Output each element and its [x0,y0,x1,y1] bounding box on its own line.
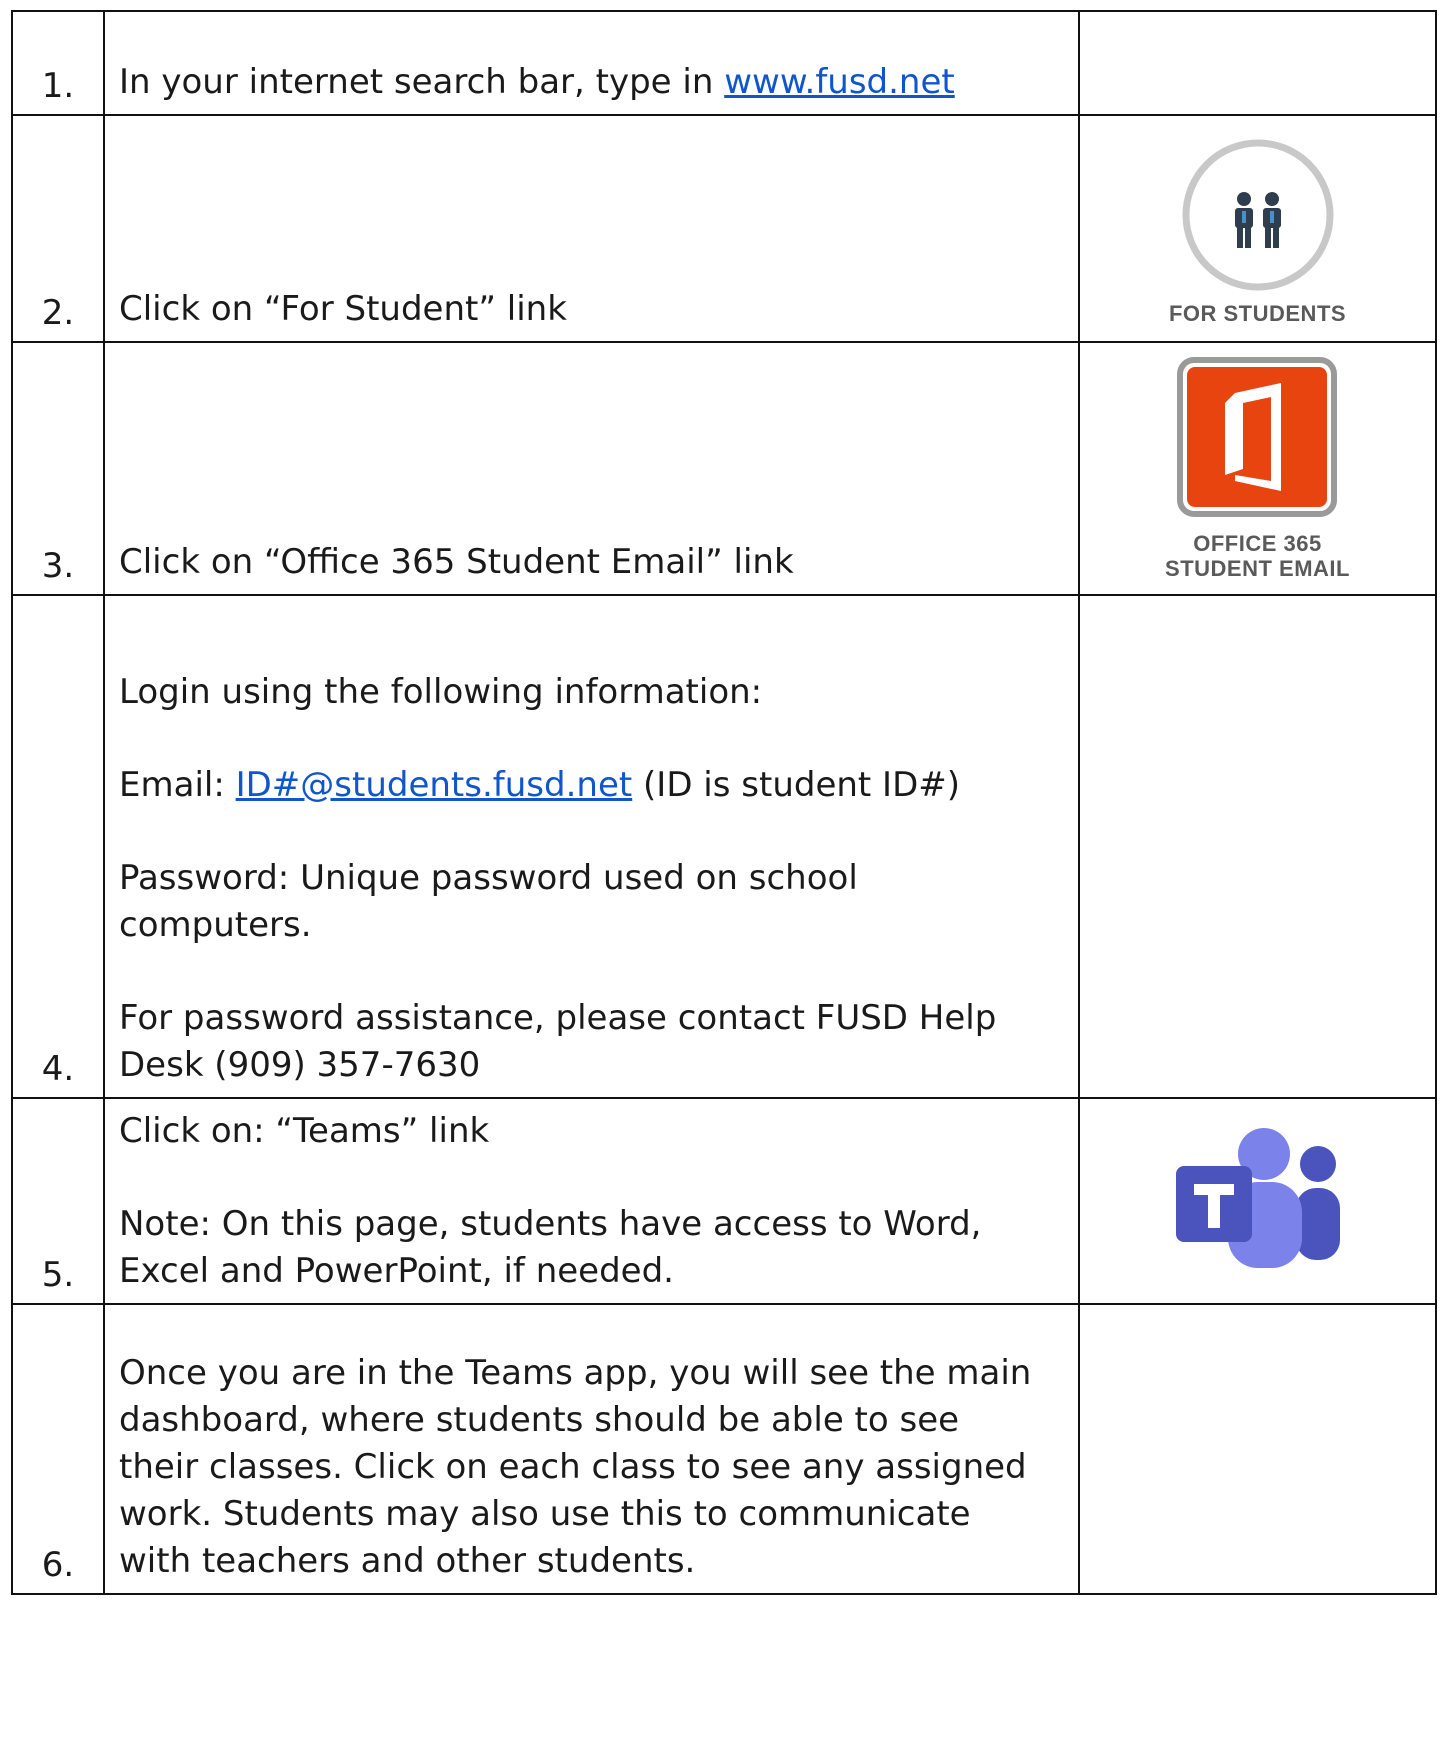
office-365-icon [1177,356,1338,517]
step-number: 4. [11,594,105,1099]
step-image-cell [1078,1303,1437,1595]
step-number: 1. [11,10,105,116]
for-students-link-image[interactable]: FOR STUDENTS [1169,137,1346,326]
teams-icon[interactable] [1158,1124,1358,1274]
step-image-cell [1078,1097,1437,1305]
step-image-cell: FOR STUDENTS [1078,114,1437,343]
step-row-3: 3. Click on “Office 365 Student Email” l… [11,341,1437,596]
step-text: Click on “Office 365 Student Email” link [103,341,1080,596]
step-instruction: In your internet search bar, type in [119,62,725,102]
step-image-cell: OFFICE 365 STUDENT EMAIL [1078,341,1437,596]
teams-instruction: Click on: “Teams” link [119,1111,490,1151]
office-365-caption-line2: STUDENT EMAIL [1165,555,1350,581]
step-text: In your internet search bar, type in www… [103,10,1080,116]
login-intro: Login using the following information: [119,672,763,712]
step-row-1: 1. In your internet search bar, type in … [11,10,1437,116]
office-365-caption: OFFICE 365 STUDENT EMAIL [1165,531,1350,581]
step-row-2: 2. Click on “For Student” link FOR STUDE… [11,114,1437,343]
office-365-link-image[interactable]: OFFICE 365 STUDENT EMAIL [1165,356,1350,581]
step-row-5: 5. Click on: “Teams” link Note: On this … [11,1097,1437,1305]
login-password: Password: Unique password used on school… [119,858,858,945]
instructions-table: 1. In your internet search bar, type in … [11,10,1437,1595]
login-email: Email: ID#@students.fusd.net (ID is stud… [119,762,1072,809]
step-text: Click on “For Student” link [103,114,1080,343]
office-365-caption-line1: OFFICE 365 [1193,530,1322,556]
step-text: Click on: “Teams” link Note: On this pag… [103,1097,1080,1305]
email-label: Email: [119,765,236,805]
email-note: (ID is student ID#) [632,765,961,805]
step-row-6: 6. Once you are in the Teams app, you wi… [11,1303,1437,1595]
step-row-4: 4. Login using the following information… [11,594,1437,1099]
step-number: 5. [11,1097,105,1305]
students-icon [1182,139,1333,291]
for-students-caption: FOR STUDENTS [1168,301,1347,326]
step-number: 6. [11,1303,105,1595]
fusd-website-link[interactable]: www.fusd.net [724,62,955,102]
step-text: Login using the following information: E… [103,594,1080,1099]
step-text: Once you are in the Teams app, you will … [103,1303,1080,1595]
student-email-link[interactable]: ID#@students.fusd.net [236,765,633,805]
help-desk-contact: For password assistance, please contact … [119,998,997,1085]
step-number: 2. [11,114,105,343]
step-number: 3. [11,341,105,596]
step-image-cell [1078,594,1437,1099]
step-image-cell [1078,10,1437,116]
teams-note: Note: On this page, students have access… [119,1204,982,1291]
